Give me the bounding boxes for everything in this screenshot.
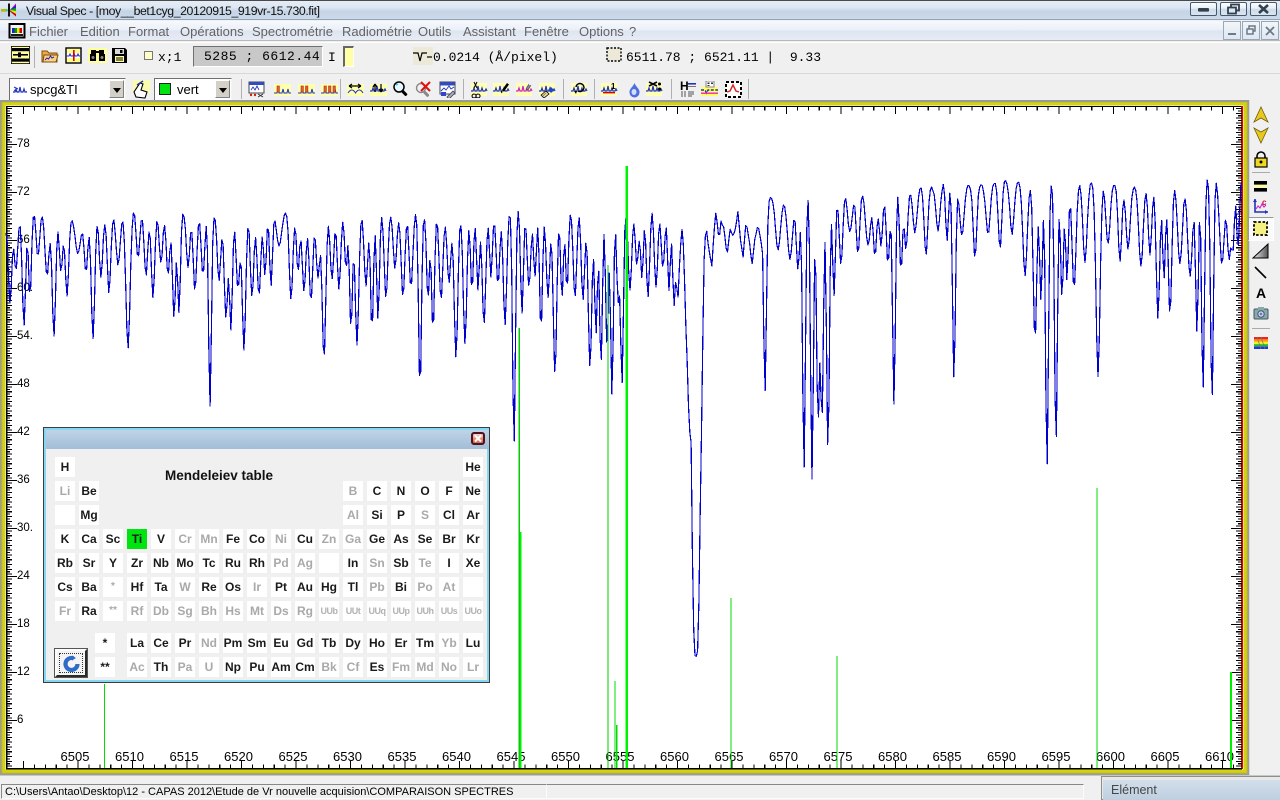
svg-text:6555: 6555 — [606, 749, 635, 764]
svg-text:6535: 6535 — [388, 749, 417, 764]
svg-text:6575: 6575 — [824, 749, 853, 764]
svg-text:18: 18 — [17, 618, 30, 630]
svg-text:6520: 6520 — [224, 749, 253, 764]
svg-text:48: 48 — [17, 378, 30, 390]
svg-text:12: 12 — [17, 666, 30, 678]
svg-text:6525: 6525 — [279, 749, 308, 764]
svg-text:6505: 6505 — [61, 749, 90, 764]
svg-text:6580: 6580 — [878, 749, 907, 764]
svg-text:72: 72 — [17, 186, 30, 198]
svg-text:6590: 6590 — [987, 749, 1016, 764]
svg-text:6515: 6515 — [170, 749, 199, 764]
svg-text:6595: 6595 — [1042, 749, 1071, 764]
svg-text:78: 78 — [17, 138, 30, 150]
svg-text:6: 6 — [17, 714, 23, 726]
svg-text:24: 24 — [17, 570, 30, 582]
svg-text:6510: 6510 — [115, 749, 144, 764]
svg-text:c: c — [1262, 198, 1267, 207]
svg-text:6570: 6570 — [769, 749, 798, 764]
svg-text:6530: 6530 — [333, 749, 362, 764]
svg-text:42: 42 — [17, 426, 30, 438]
svg-text:6605: 6605 — [1151, 749, 1180, 764]
svg-text:6600: 6600 — [1096, 749, 1125, 764]
svg-text:6585: 6585 — [933, 749, 962, 764]
svg-text:6610: 6610 — [1205, 749, 1234, 764]
svg-text:36: 36 — [17, 474, 30, 486]
svg-text:6540: 6540 — [442, 749, 471, 764]
svg-text:54.: 54. — [17, 330, 33, 342]
svg-text:6560: 6560 — [660, 749, 689, 764]
svg-text:30.: 30. — [17, 522, 33, 534]
svg-text:A: A — [1256, 285, 1266, 301]
svg-text:1: 1 — [611, 82, 616, 91]
svg-text:6550: 6550 — [551, 749, 580, 764]
svg-text:H: H — [680, 81, 689, 93]
svg-text:6565: 6565 — [715, 749, 744, 764]
